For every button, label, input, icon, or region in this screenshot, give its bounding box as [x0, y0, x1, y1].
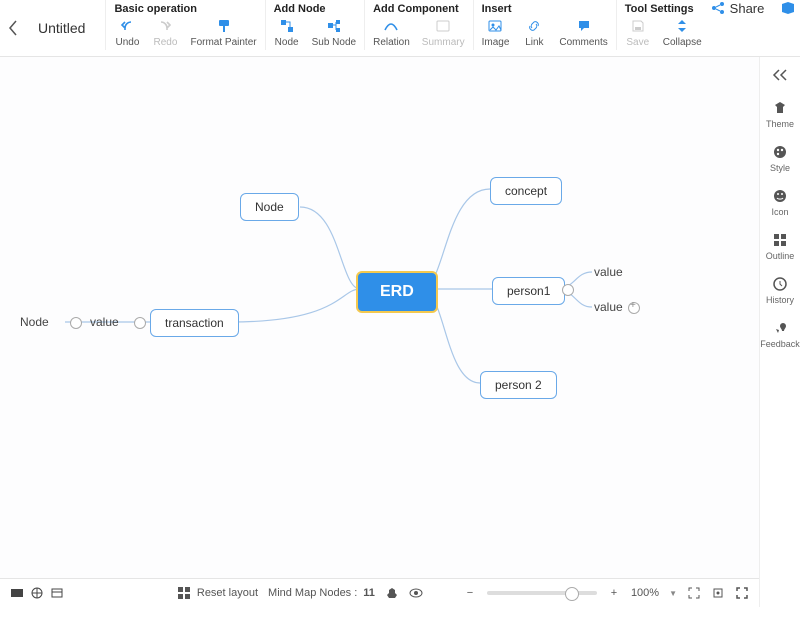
node-count: Mind Map Nodes : 11: [268, 587, 375, 599]
group-title: Add Component: [373, 0, 465, 17]
add-subnode-button[interactable]: Sub Node: [312, 17, 356, 48]
side-feedback[interactable]: Feedback: [760, 319, 800, 349]
chevron-double-left-icon: [771, 68, 789, 82]
eye-icon[interactable]: [409, 586, 423, 600]
group-title: Basic operation: [114, 0, 256, 17]
group-add-node: Add Node Node Sub Node: [265, 0, 364, 50]
document-title[interactable]: Untitled: [18, 0, 105, 56]
right-sidebar: Theme Style Icon Outline History Feedbac…: [759, 57, 800, 607]
sidebar-collapse-button[interactable]: [769, 65, 791, 85]
center-icon[interactable]: [711, 586, 725, 600]
view-mode-3-icon[interactable]: [50, 586, 64, 600]
collapse-button[interactable]: Collapse: [663, 17, 702, 48]
export-icon: [780, 0, 796, 16]
save-button[interactable]: Save: [625, 17, 651, 48]
redo-button[interactable]: Redo: [152, 17, 178, 48]
insert-image-button[interactable]: Image: [482, 17, 510, 48]
node-root[interactable]: ERD: [356, 271, 438, 313]
export-button[interactable]: Export: [780, 0, 800, 16]
fullscreen-icon[interactable]: [735, 586, 749, 600]
canvas[interactable]: ERD Node transaction Node value concept …: [0, 57, 759, 607]
undo-button[interactable]: Undo: [114, 17, 140, 48]
style-icon: [771, 143, 789, 161]
group-insert: Insert Image Link Comments: [473, 0, 616, 50]
back-button[interactable]: [8, 0, 18, 56]
leaf-node-label[interactable]: Node: [20, 315, 49, 329]
node-icon: [278, 17, 296, 35]
side-theme[interactable]: Theme: [766, 99, 794, 129]
pan-icon[interactable]: [385, 586, 399, 600]
add-node-button[interactable]: Node: [274, 17, 300, 48]
side-history[interactable]: History: [766, 275, 794, 305]
format-painter-button[interactable]: Format Painter: [190, 17, 256, 48]
outline-icon: [771, 231, 789, 249]
collapse-icon: [673, 17, 691, 35]
smiley-icon: [771, 187, 789, 205]
view-mode-2-icon[interactable]: [30, 586, 44, 600]
zoom-value: 100%: [631, 587, 659, 599]
group-title: Add Node: [274, 0, 356, 17]
node-node-top[interactable]: Node: [240, 193, 299, 221]
collapse-handle-left1[interactable]: [70, 317, 82, 329]
leaf-person1-value2[interactable]: value: [594, 300, 623, 314]
collapse-handle-person1[interactable]: [562, 284, 574, 296]
node-person1[interactable]: person1: [492, 277, 565, 305]
status-bar: Reset layout Mind Map Nodes : 11 − + 100…: [0, 578, 759, 607]
relation-button[interactable]: Relation: [373, 17, 410, 48]
theme-icon: [771, 99, 789, 117]
subnode-icon: [325, 17, 343, 35]
side-icon[interactable]: Icon: [771, 187, 789, 217]
view-mode-1-icon[interactable]: [10, 586, 24, 600]
node-transaction[interactable]: transaction: [150, 309, 239, 337]
reset-layout-button[interactable]: Reset layout: [177, 586, 258, 600]
relation-icon: [382, 17, 400, 35]
side-style[interactable]: Style: [770, 143, 790, 173]
collapse-handle-left2[interactable]: [134, 317, 146, 329]
chevron-left-icon: [8, 20, 18, 36]
comments-icon: [575, 17, 593, 35]
link-icon: [525, 17, 543, 35]
leaf-value-label[interactable]: value: [90, 315, 119, 329]
redo-icon: [156, 17, 174, 35]
share-button[interactable]: Share: [710, 0, 765, 16]
group-add-component: Add Component Relation Summary: [364, 0, 473, 50]
group-title: Tool Settings: [625, 0, 702, 17]
group-tool-settings: Tool Settings Save Collapse: [616, 0, 710, 50]
node-concept[interactable]: concept: [490, 177, 562, 205]
save-icon: [629, 17, 647, 35]
side-outline[interactable]: Outline: [766, 231, 795, 261]
share-icon: [710, 0, 726, 16]
node-person2[interactable]: person 2: [480, 371, 557, 399]
toolbar: Untitled Basic operation Undo Redo Forma…: [0, 0, 800, 57]
grid-icon: [177, 586, 191, 600]
history-icon: [771, 275, 789, 293]
zoom-in-button[interactable]: +: [607, 586, 621, 600]
insert-link-button[interactable]: Link: [521, 17, 547, 48]
right-actions: Share Export: [710, 0, 800, 16]
zoom-slider[interactable]: [487, 591, 597, 595]
group-title: Insert: [482, 0, 608, 17]
summary-icon: [434, 17, 452, 35]
image-icon: [486, 17, 504, 35]
summary-button[interactable]: Summary: [422, 17, 465, 48]
add-child-handle[interactable]: [628, 302, 640, 314]
fit-screen-icon[interactable]: [687, 586, 701, 600]
undo-icon: [118, 17, 136, 35]
zoom-out-button[interactable]: −: [463, 586, 477, 600]
format-painter-icon: [215, 17, 233, 35]
feedback-icon: [771, 319, 789, 337]
leaf-person1-value1[interactable]: value: [594, 265, 623, 279]
group-basic-operation: Basic operation Undo Redo Format Painter: [105, 0, 264, 50]
insert-comments-button[interactable]: Comments: [559, 17, 607, 48]
